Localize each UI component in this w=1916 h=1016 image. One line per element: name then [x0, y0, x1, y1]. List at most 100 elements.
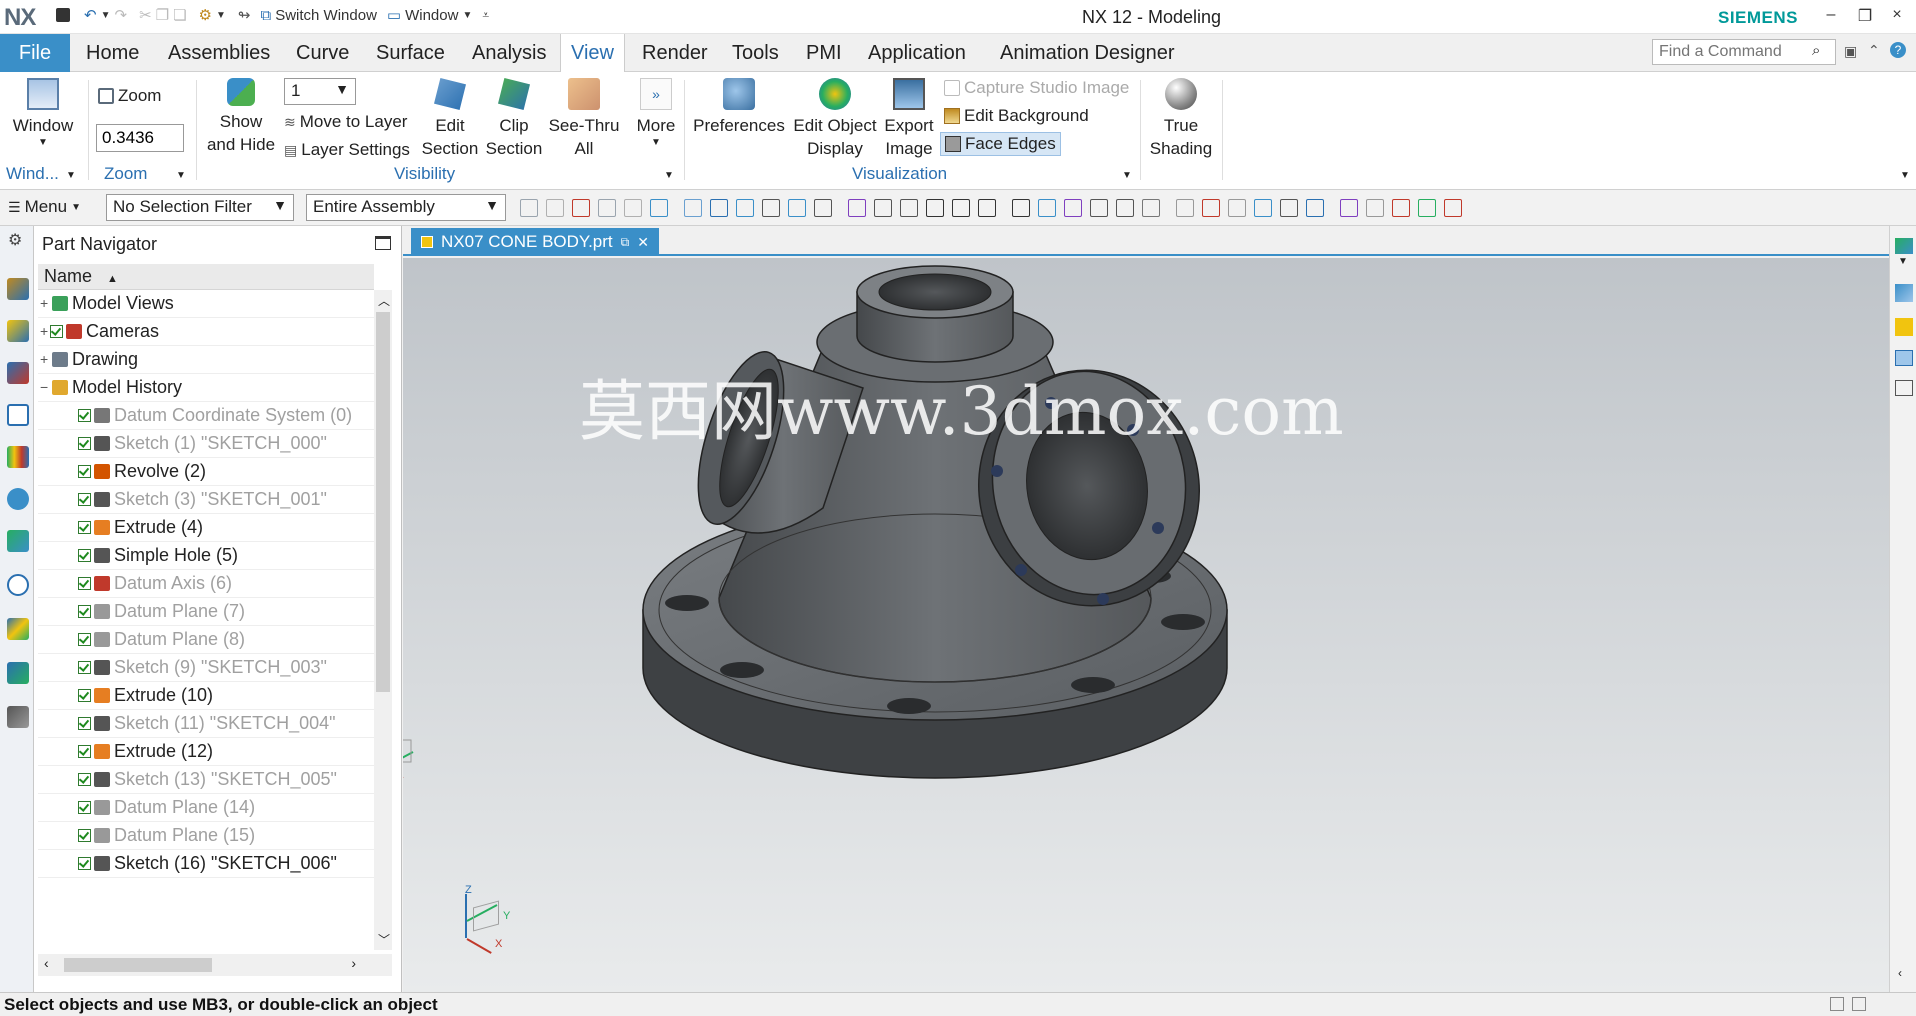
save-icon[interactable]	[56, 8, 70, 22]
visibility-checkbox[interactable]	[78, 521, 91, 534]
selection-tool-icon[interactable]	[1202, 199, 1220, 217]
edit-object-display-button[interactable]: Edit Object Display	[788, 78, 882, 160]
navigator-horizontal-scrollbar[interactable]: ‹ ›	[38, 954, 392, 976]
selection-tool-icon[interactable]	[1142, 199, 1160, 217]
selection-tool-icon[interactable]	[1392, 199, 1410, 217]
clock-icon[interactable]	[7, 574, 29, 596]
collapse-icon[interactable]: −	[40, 374, 52, 401]
chevron-down-icon[interactable]: ▼	[1898, 256, 1908, 267]
selection-tool-icon[interactable]	[736, 199, 754, 217]
undo-icon[interactable]: ↶	[84, 6, 97, 24]
dropdown-icon[interactable]: ▼	[216, 10, 226, 21]
menu-button[interactable]: ☰ Menu ▼	[8, 197, 81, 217]
tree-row[interactable]: Extrude (12)	[38, 738, 374, 766]
tab-pmi[interactable]: PMI	[796, 34, 852, 72]
redo-icon[interactable]: ↷	[114, 6, 127, 24]
selection-tool-icon[interactable]	[1038, 199, 1056, 217]
selection-tool-icon[interactable]	[1366, 199, 1384, 217]
document-tab[interactable]: NX07 CONE BODY.prt ⧉ ✕	[411, 228, 659, 256]
switch-window-button[interactable]: Switch Window	[275, 7, 377, 24]
tree-row[interactable]: Sketch (16) "SKETCH_006"	[38, 850, 374, 878]
tab-file[interactable]: File	[0, 34, 70, 72]
visibility-checkbox[interactable]	[78, 773, 91, 786]
preferences-button[interactable]: Preferences	[692, 78, 786, 137]
selection-tool-icon[interactable]	[1418, 199, 1436, 217]
visibility-checkbox[interactable]	[78, 493, 91, 506]
expand-left-icon[interactable]: ‹	[1898, 966, 1902, 980]
model-render[interactable]: 莫西网www.3dmox.com	[403, 258, 1889, 992]
scroll-left-icon[interactable]: ‹	[44, 955, 49, 971]
ribbon-expand-icon[interactable]: ▼	[1900, 170, 1910, 181]
repeat-command-icon[interactable]: ⚙	[199, 6, 212, 24]
undock-icon[interactable]: ⧉	[621, 228, 630, 256]
restore-button[interactable]: ❐	[1850, 6, 1880, 26]
edit-section-button[interactable]: Edit Section	[420, 78, 480, 160]
paste-icon[interactable]: ❏	[173, 6, 186, 24]
tree-row[interactable]: Datum Plane (7)	[38, 598, 374, 626]
reuse-library-icon[interactable]	[7, 404, 29, 426]
export-image-button[interactable]: Export Image	[880, 78, 938, 160]
tree-row[interactable]: Sketch (3) "SKETCH_001"	[38, 486, 374, 514]
selection-scope-select[interactable]: Entire Assembly ▼	[306, 194, 506, 221]
visibility-checkbox[interactable]	[78, 577, 91, 590]
tree-row[interactable]: Sketch (11) "SKETCH_004"	[38, 710, 374, 738]
tree-row[interactable]: Datum Plane (8)	[38, 626, 374, 654]
find-command-input[interactable]	[1652, 39, 1836, 65]
tree-row[interactable]: Datum Axis (6)	[38, 570, 374, 598]
web-browser-icon[interactable]	[7, 488, 29, 510]
constraint-navigator-icon[interactable]	[7, 320, 29, 342]
layer-settings-button[interactable]: ▤ Layer Settings	[284, 140, 410, 160]
copy-icon[interactable]: ❐	[156, 6, 169, 24]
selection-tool-icon[interactable]	[952, 199, 970, 217]
switch-window-icon[interactable]: ⧉	[260, 7, 271, 24]
minimize-button[interactable]: –	[1816, 6, 1846, 24]
measure-icon[interactable]	[1895, 350, 1913, 366]
tree-row[interactable]: Extrude (4)	[38, 514, 374, 542]
ribbon-options-icon[interactable]: ▣	[1844, 43, 1857, 60]
dropdown-icon[interactable]: ▼	[101, 10, 111, 21]
close-tab-icon[interactable]: ✕	[637, 228, 649, 256]
visibility-checkbox[interactable]	[78, 409, 91, 422]
visibility-checkbox[interactable]	[50, 325, 63, 338]
selection-tool-icon[interactable]	[1228, 199, 1246, 217]
tab-tools[interactable]: Tools	[722, 34, 789, 72]
selection-tool-icon[interactable]	[788, 199, 806, 217]
manufacturing-wizard-icon[interactable]	[7, 662, 29, 684]
tab-curve[interactable]: Curve	[286, 34, 359, 72]
selection-tool-icon[interactable]	[1306, 199, 1324, 217]
window-menu-icon[interactable]: ▭	[387, 6, 401, 24]
assembly-navigator-icon[interactable]	[7, 278, 29, 300]
more-button[interactable]: » More ▼	[626, 78, 686, 149]
selection-tool-icon[interactable]	[520, 199, 538, 217]
tree-row[interactable]: Revolve (2)	[38, 458, 374, 486]
selection-tool-icon[interactable]	[1254, 199, 1272, 217]
selection-tool-icon[interactable]	[684, 199, 702, 217]
selection-tool-icon[interactable]	[926, 199, 944, 217]
tree-row[interactable]: Sketch (17) "SKETCH_007"	[38, 878, 374, 880]
tree-row[interactable]: + Drawing	[38, 346, 374, 374]
visibility-checkbox[interactable]	[78, 745, 91, 758]
part-navigator-tab-icon[interactable]	[7, 362, 29, 384]
tab-render[interactable]: Render	[632, 34, 718, 72]
selection-tool-icon[interactable]	[1340, 199, 1358, 217]
selection-tool-icon[interactable]	[762, 199, 780, 217]
chevron-down-icon[interactable]: ▼	[664, 170, 674, 181]
view-orient-icon[interactable]	[1895, 284, 1913, 302]
view-triad[interactable]	[403, 726, 414, 778]
selection-tool-icon[interactable]	[978, 199, 996, 217]
status-toggle-icon[interactable]	[1852, 997, 1866, 1011]
tab-application[interactable]: Application	[858, 34, 976, 72]
clip-section-button[interactable]: Clip Section	[484, 78, 544, 160]
name-column-header[interactable]: Name ▲	[38, 264, 374, 290]
expand-icon[interactable]: +	[40, 346, 52, 373]
chevron-down-icon[interactable]: ▼	[176, 170, 186, 181]
visibility-checkbox[interactable]	[78, 661, 91, 674]
collapse-ribbon-icon[interactable]: ⌃	[1868, 42, 1880, 59]
tree-row[interactable]: Datum Plane (15)	[38, 822, 374, 850]
visibility-checkbox[interactable]	[78, 549, 91, 562]
maximize-navigator-icon[interactable]	[375, 236, 391, 250]
visibility-checkbox[interactable]	[78, 437, 91, 450]
expand-icon[interactable]: +	[40, 290, 52, 317]
show-and-hide-button[interactable]: Show and Hide	[204, 78, 278, 156]
see-thru-all-button[interactable]: See-Thru All	[548, 78, 620, 160]
